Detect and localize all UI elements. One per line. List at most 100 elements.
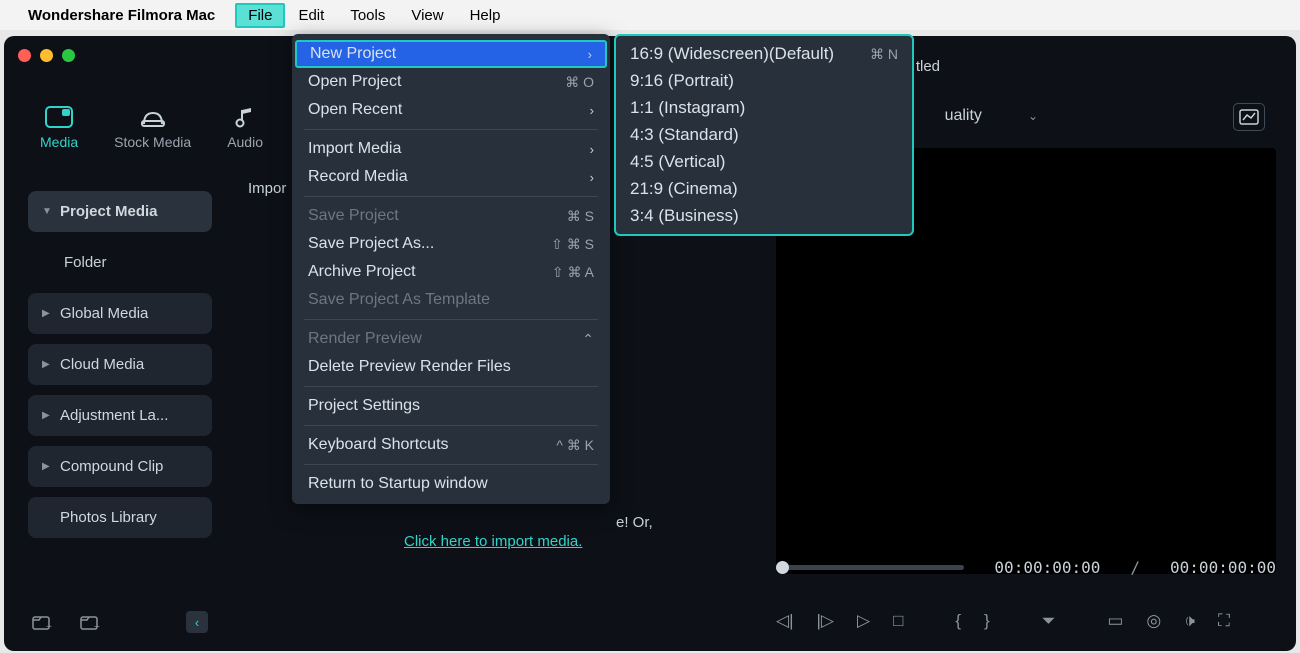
tab-media[interactable]: Media — [26, 98, 92, 158]
menubar-edit[interactable]: Edit — [285, 3, 337, 28]
snapshot-icon[interactable]: ◎ — [1146, 611, 1161, 631]
sidebar: ▼ Project Media Folder ▶ Global Media ▶ … — [28, 191, 212, 538]
tab-audio[interactable]: Audio — [213, 98, 277, 158]
submenu-21-9[interactable]: 21:9 (Cinema) — [630, 179, 898, 199]
submenu-1-1[interactable]: 1:1 (Instagram) — [630, 98, 898, 118]
submenu-label: 4:3 (Standard) — [630, 125, 739, 145]
marker-icon[interactable]: ⏷ — [1042, 611, 1056, 631]
chevron-right-icon: ▶ — [42, 359, 50, 370]
menu-separator — [304, 319, 598, 320]
submenu-9-16[interactable]: 9:16 (Portrait) — [630, 71, 898, 91]
sidebar-item-label: Global Media — [60, 305, 148, 322]
display-icon[interactable]: ▭ — [1107, 611, 1123, 631]
menu-open-recent[interactable]: Open Recent › — [292, 96, 610, 124]
menubar-view[interactable]: View — [398, 3, 456, 28]
file-menu: New Project › Open Project ⌘ O Open Rece… — [292, 34, 610, 504]
menu-label: Delete Preview Render Files — [308, 358, 511, 376]
menu-save-project-as[interactable]: Save Project As... ⇧ ⌘ S — [292, 230, 610, 258]
menu-keyboard-shortcuts[interactable]: Keyboard Shortcuts ^ ⌘ K — [292, 431, 610, 459]
scrub-bar[interactable] — [776, 565, 964, 570]
import-button-fragment[interactable]: Impor — [248, 180, 286, 197]
scrub-handle[interactable] — [776, 561, 789, 574]
current-timecode: 00:00:00:00 — [994, 558, 1100, 577]
chevron-down-icon: ▼ — [42, 206, 50, 217]
next-frame-icon[interactable]: |▷ — [817, 611, 835, 631]
menu-separator — [304, 464, 598, 465]
new-folder-icon[interactable]: + — [32, 613, 52, 631]
menu-label: Open Recent — [308, 101, 402, 119]
menu-save-project: Save Project ⌘ S — [292, 202, 610, 230]
chevron-right-icon: ▶ — [42, 308, 50, 319]
menu-label: New Project — [310, 45, 396, 63]
menu-label: Import Media — [308, 140, 401, 158]
quality-label: uality — [945, 107, 982, 125]
fullscreen-icon[interactable]: ⛶ — [1218, 611, 1230, 631]
analytics-icon[interactable] — [1233, 103, 1265, 131]
delete-folder-icon[interactable]: − — [80, 613, 100, 631]
chevron-right-icon: › — [588, 47, 592, 62]
window-close-button[interactable] — [18, 49, 31, 62]
media-icon — [45, 106, 73, 128]
menu-shortcut: ⇧ ⌘ S — [551, 236, 594, 253]
window-zoom-button[interactable] — [62, 49, 75, 62]
tab-stock-media[interactable]: Stock Media — [100, 98, 205, 158]
submenu-16-9[interactable]: 16:9 (Widescreen)(Default) ⌘ N — [630, 44, 898, 64]
submenu-label: 21:9 (Cinema) — [630, 179, 738, 199]
sidebar-item-adjustment-layer[interactable]: ▶ Adjustment La... — [28, 395, 212, 436]
menu-separator — [304, 425, 598, 426]
menubar-file[interactable]: File — [235, 3, 285, 28]
menu-archive-project[interactable]: Archive Project ⇧ ⌘ A — [292, 258, 610, 286]
collapse-icon: ⌃ — [582, 331, 594, 348]
app-name: Wondershare Filmora Mac — [28, 7, 215, 24]
menubar-tools[interactable]: Tools — [337, 3, 398, 28]
quality-dropdown[interactable]: uality ⌄ — [945, 107, 1038, 125]
sidebar-item-folder[interactable]: Folder — [28, 242, 212, 283]
prev-frame-icon[interactable]: ◁| — [776, 611, 794, 631]
submenu-3-4[interactable]: 3:4 (Business) — [630, 206, 898, 226]
menu-label: Render Preview — [308, 330, 422, 348]
menu-label: Save Project — [308, 207, 399, 225]
menu-label: Project Settings — [308, 397, 420, 415]
sidebar-item-photos-library[interactable]: Photos Library — [28, 497, 212, 538]
mark-out-icon[interactable]: } — [984, 611, 990, 631]
chevron-right-icon: › — [590, 103, 594, 118]
timecode-separator: / — [1130, 558, 1140, 577]
menu-separator — [304, 386, 598, 387]
menu-label: Archive Project — [308, 263, 416, 281]
chevron-down-icon: ⌄ — [1028, 109, 1038, 123]
volume-icon[interactable]: 🕩 — [1184, 611, 1195, 631]
collapse-sidebar-button[interactable]: ‹ — [186, 611, 208, 633]
sidebar-item-global-media[interactable]: ▶ Global Media — [28, 293, 212, 334]
menu-shortcut: ⌘ S — [567, 208, 594, 225]
import-media-link[interactable]: Click here to import media. — [404, 533, 582, 550]
sidebar-item-label: Adjustment La... — [60, 407, 168, 424]
menu-delete-render-files[interactable]: Delete Preview Render Files — [292, 353, 610, 381]
mark-in-icon[interactable]: { — [955, 611, 961, 631]
menu-import-media[interactable]: Import Media › — [292, 135, 610, 163]
menu-project-settings[interactable]: Project Settings — [292, 392, 610, 420]
scrub-row: 00:00:00:00 / 00:00:00:00 — [776, 558, 1276, 577]
menu-return-startup[interactable]: Return to Startup window — [292, 470, 610, 498]
chevron-right-icon: ▶ — [42, 410, 50, 421]
menu-label: Keyboard Shortcuts — [308, 436, 449, 454]
sidebar-item-project-media[interactable]: ▼ Project Media — [28, 191, 212, 232]
submenu-4-3[interactable]: 4:3 (Standard) — [630, 125, 898, 145]
window-minimize-button[interactable] — [40, 49, 53, 62]
stop-icon[interactable]: □ — [893, 611, 903, 631]
play-icon[interactable]: ▷ — [857, 611, 870, 631]
menubar-help[interactable]: Help — [457, 3, 514, 28]
stock-media-icon — [139, 106, 167, 128]
submenu-label: 4:5 (Vertical) — [630, 152, 725, 172]
menu-shortcut: ^ ⌘ K — [556, 437, 594, 454]
menu-new-project[interactable]: New Project › — [295, 40, 607, 68]
sidebar-item-label: Compound Clip — [60, 458, 163, 475]
chevron-right-icon: › — [590, 170, 594, 185]
menu-record-media[interactable]: Record Media › — [292, 163, 610, 191]
import-hint-tail: e! Or, — [616, 514, 653, 531]
sidebar-item-cloud-media[interactable]: ▶ Cloud Media — [28, 344, 212, 385]
sidebar-item-compound-clip[interactable]: ▶ Compound Clip — [28, 446, 212, 487]
submenu-4-5[interactable]: 4:5 (Vertical) — [630, 152, 898, 172]
menu-open-project[interactable]: Open Project ⌘ O — [292, 68, 610, 96]
menu-label: Record Media — [308, 168, 408, 186]
menu-save-template: Save Project As Template — [292, 286, 610, 314]
